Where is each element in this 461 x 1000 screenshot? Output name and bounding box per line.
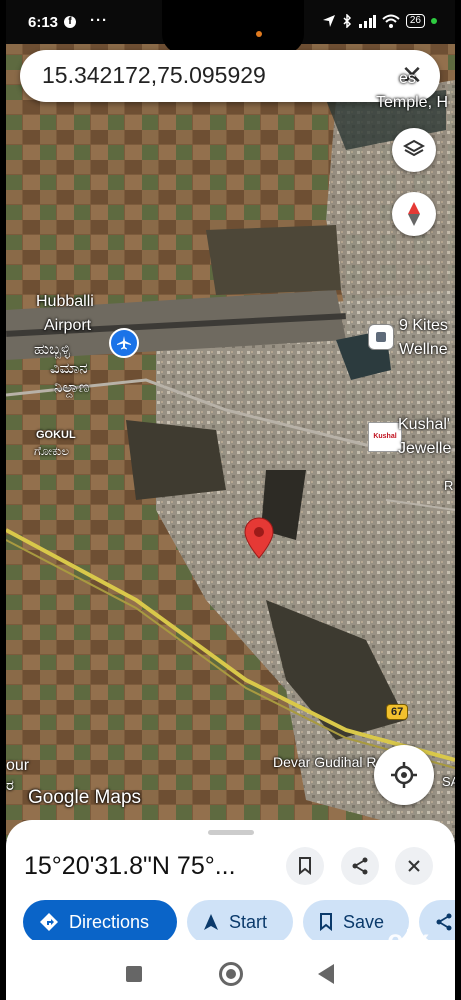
- map-label-temple-line2: Temple, H: [376, 94, 449, 111]
- compass-icon: [408, 202, 420, 226]
- camera-dot: [256, 31, 262, 37]
- map-label-kushal-line2: Jewelle: [398, 440, 452, 457]
- drag-handle[interactable]: [208, 830, 254, 835]
- location-pin-icon[interactable]: [244, 517, 274, 559]
- google-maps-watermark: Google Maps: [28, 787, 142, 808]
- map-label-gokul: GOKUL: [36, 429, 76, 441]
- map-label-left-1: our: [6, 757, 30, 774]
- battery-indicator: 26: [405, 14, 425, 28]
- map-label-airport-kn-line3: ನಿಲ್ದಾಣ: [54, 379, 90, 396]
- privacy-dot-icon: [431, 18, 437, 24]
- bookmark-icon: [299, 857, 311, 875]
- wifi-icon: [382, 14, 400, 28]
- home-icon[interactable]: [219, 962, 243, 986]
- more-notifications-icon: ···: [90, 12, 108, 29]
- directions-button[interactable]: Directions: [23, 900, 177, 944]
- bluetooth-icon: [343, 14, 351, 28]
- map-label-gokul-kn: ಗೋಕುಲ: [34, 444, 70, 458]
- map-label-airport-line1: Hubballi: [36, 293, 94, 310]
- location-arrow-icon: [322, 15, 335, 27]
- navigation-arrow-icon: [204, 914, 218, 930]
- share-button[interactable]: [341, 847, 379, 885]
- map-label-left-2: ರ: [6, 777, 14, 794]
- save-label: Save: [343, 911, 385, 932]
- compass-button[interactable]: [392, 192, 436, 236]
- search-query[interactable]: 15.342172,75.095929: [42, 62, 266, 89]
- layers-button[interactable]: [392, 128, 436, 172]
- camera-notch: [162, 0, 304, 54]
- olx-watermark: olx: [387, 924, 431, 954]
- map-label-right-partial-2: SA: [442, 774, 455, 789]
- signal-icon: [358, 15, 376, 28]
- map-label-kites-line1: 9 Kites: [399, 317, 448, 334]
- layers-icon: [403, 139, 425, 157]
- back-icon[interactable]: [318, 964, 334, 984]
- map-label-kites-line2: Wellne: [399, 341, 448, 358]
- share-icon: [436, 913, 452, 931]
- directions-label: Directions: [69, 911, 150, 932]
- coordinates-title: 15°20'31.8"N 75°...: [24, 852, 236, 880]
- map-label-airport-line2: Airport: [44, 317, 92, 334]
- kushal-logo[interactable]: Kushal: [368, 422, 402, 452]
- map-label-temple-line1: es: [399, 70, 416, 87]
- start-label: Start: [229, 911, 268, 932]
- map-label-kushal-line1: Kushal': [398, 416, 450, 433]
- close-sheet-button[interactable]: [395, 847, 433, 885]
- save-bookmark-button[interactable]: [286, 847, 324, 885]
- my-location-button[interactable]: [374, 745, 434, 805]
- airport-marker[interactable]: [109, 328, 139, 358]
- airplane-icon: [117, 336, 131, 350]
- phone-screen: 6:13 f ··· 26 15.342172,75.095929 ✕ es T…: [6, 0, 455, 1000]
- wellness-marker[interactable]: [368, 324, 394, 350]
- map-label-road: Devar Gudihal Rd: [273, 754, 385, 770]
- map-label-airport-kn-line1: ಹುಬ್ಬಳ್ಳಿ: [34, 341, 71, 358]
- share-icon: [352, 857, 368, 875]
- recents-icon[interactable]: [126, 966, 142, 982]
- map-label-right-partial-1: R: [444, 478, 454, 493]
- bookmark-icon: [320, 913, 332, 931]
- status-time: 6:13: [28, 14, 59, 31]
- highway-shield: 67: [386, 704, 409, 720]
- crosshair-icon: [391, 762, 417, 788]
- map-label-airport-kn-line2: ವಿಮಾನ: [50, 360, 88, 377]
- close-icon: [408, 860, 420, 872]
- place-square-icon: [376, 332, 386, 342]
- directions-icon: [40, 913, 58, 931]
- start-button[interactable]: Start: [187, 900, 293, 944]
- status-icons: 26: [322, 14, 437, 28]
- facebook-icon: f: [64, 16, 76, 28]
